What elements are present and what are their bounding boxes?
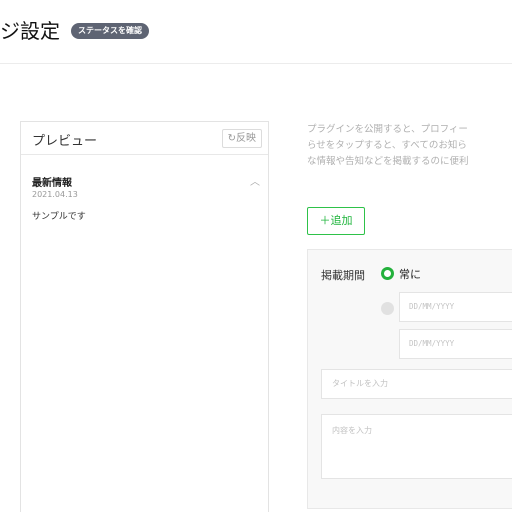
- radio-date-range[interactable]: [381, 302, 394, 315]
- news-body: サンプルです: [32, 212, 86, 222]
- description-line: な情報や告知などを掲載するのに便利: [307, 156, 469, 167]
- chevron-up-icon[interactable]: ︿: [250, 173, 260, 188]
- plugin-description: プラグインを公開すると、プロフィー らせをタップすると、すべてのお知ら な情報や…: [307, 122, 512, 170]
- content-input[interactable]: 内容を入力: [321, 414, 512, 479]
- add-button[interactable]: ＋追加: [307, 207, 365, 235]
- preview-header: プレビュー ↻反映: [21, 122, 268, 155]
- description-line: らせをタップすると、すべてのお知ら: [307, 140, 467, 151]
- radio-always-label[interactable]: 常に: [399, 266, 421, 282]
- news-item-form: 掲載期間 常に DD/MM/YYYY DD/MM/YYYY タイトルを入力 内容…: [307, 249, 512, 509]
- news-title: 最新情報: [32, 178, 72, 189]
- news-date: 2021.04.13: [32, 190, 78, 199]
- status-badge[interactable]: ステータスを確認: [71, 23, 149, 39]
- page-header: ジ設定 ステータスを確認: [0, 0, 512, 64]
- refresh-icon: ↻: [227, 133, 236, 144]
- preview-title: プレビュー: [32, 134, 98, 149]
- reflect-button[interactable]: ↻反映: [221, 129, 262, 148]
- title-input[interactable]: タイトルを入力: [321, 369, 512, 399]
- preview-panel: プレビュー ↻反映 最新情報 ︿ 2021.04.13 サンプルです: [20, 121, 269, 512]
- end-date-input[interactable]: DD/MM/YYYY: [399, 329, 512, 359]
- reflect-button-label: 反映: [236, 133, 256, 144]
- radio-always[interactable]: [381, 267, 394, 280]
- description-line: プラグインを公開すると、プロフィー: [307, 124, 468, 135]
- page-title: ジ設定: [0, 19, 60, 43]
- period-label: 掲載期間: [321, 269, 365, 282]
- start-date-input[interactable]: DD/MM/YYYY: [399, 292, 512, 322]
